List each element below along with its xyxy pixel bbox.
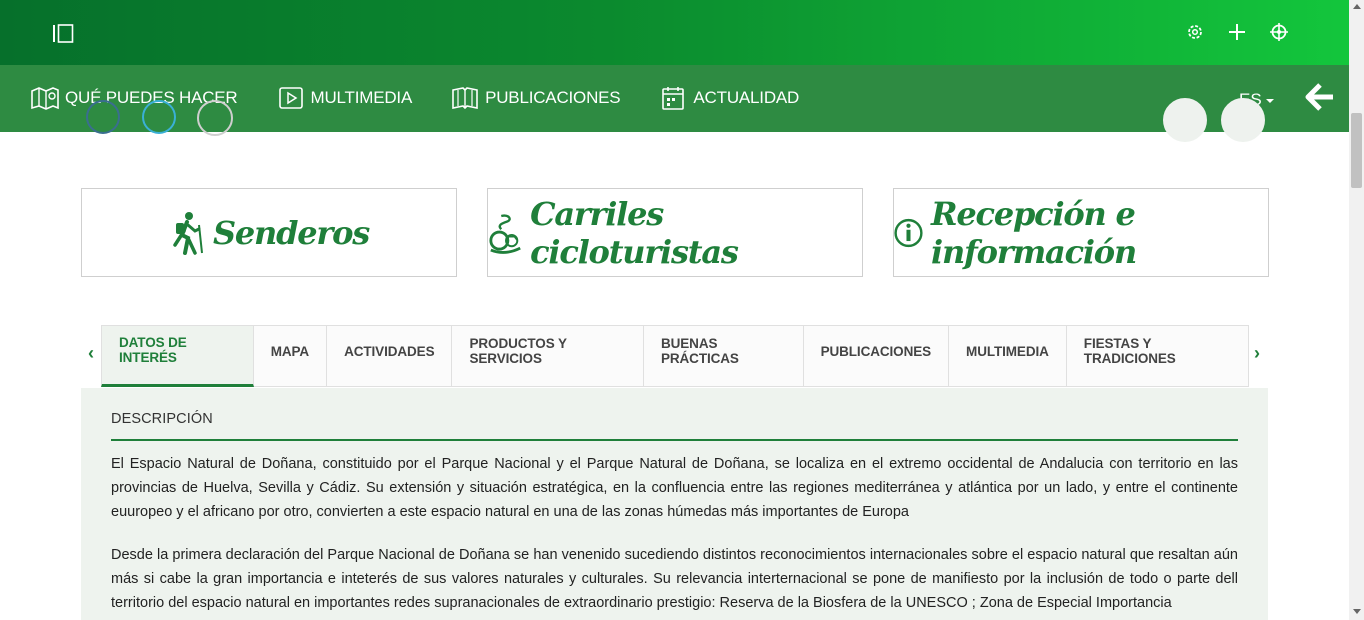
play-icon	[278, 87, 303, 109]
hiker-icon	[173, 211, 203, 255]
tabs-prev-icon[interactable]: ‹	[83, 343, 99, 363]
tab-multimedia[interactable]: MULTIMEDIA	[949, 325, 1067, 387]
tab-publicaciones[interactable]: PUBLICACIONES	[803, 325, 950, 387]
card-carriles-cicloturistas[interactable]: Carriles cicloturistas	[487, 188, 863, 277]
scroll-thumb[interactable]	[1351, 113, 1362, 188]
nav-item-publicaciones[interactable]: PUBLICACIONES	[450, 85, 621, 111]
info-tabs: ‹ DATOS DE INTERÉS MAPA ACTIVIDADES PROD…	[81, 325, 1268, 387]
description-paragraph: El Espacio Natural de Doñana, constituid…	[111, 456, 1238, 520]
book-icon	[452, 87, 478, 110]
nav-item-label: MULTIMEDIA	[310, 88, 413, 107]
social-icon-partial	[142, 100, 176, 134]
tab-mapa[interactable]: MAPA	[253, 325, 328, 387]
action-circle-partial	[1163, 98, 1207, 142]
heading-divider	[111, 439, 1238, 441]
top-toolbar	[1185, 22, 1289, 42]
bicycle-icon	[489, 213, 521, 254]
description-paragraph: Desde la primera declaración del Parque …	[111, 547, 1238, 611]
nav-item-label: PUBLICACIONES	[485, 88, 621, 107]
target-icon[interactable]	[1269, 22, 1289, 42]
nav-item-multimedia[interactable]: MULTIMEDIA	[276, 85, 413, 111]
card-senderos[interactable]: Senderos	[81, 188, 457, 277]
scroll-up-icon[interactable]	[1353, 4, 1361, 9]
plus-icon[interactable]	[1227, 22, 1247, 42]
description-panel: DESCRIPCIÓN El Espacio Natural de Doñana…	[81, 388, 1268, 620]
card-label: Carriles cicloturistas	[530, 194, 739, 271]
map-icon	[31, 87, 59, 110]
tab-datos-de-interes[interactable]: DATOS DE INTERÉS	[101, 325, 254, 387]
tab-actividades[interactable]: ACTIVIDADES	[327, 325, 453, 387]
social-icon-partial	[197, 100, 233, 136]
info-icon	[894, 218, 923, 247]
social-icon-partial	[86, 100, 120, 134]
nav-item-actualidad[interactable]: ACTUALIDAD	[658, 85, 799, 111]
action-circle-partial	[1221, 98, 1265, 142]
section-heading: DESCRIPCIÓN	[111, 411, 213, 427]
top-bar	[0, 0, 1349, 65]
card-label: Recepción e información	[930, 194, 1137, 271]
sidebar-toggle-icon[interactable]	[52, 24, 74, 43]
tab-list: DATOS DE INTERÉS MAPA ACTIVIDADES PRODUC…	[101, 325, 1249, 387]
tab-buenas-practicas[interactable]: BUENAS PRÁCTICAS	[643, 325, 804, 387]
tabs-next-icon[interactable]: ›	[1249, 343, 1265, 363]
page-scrollbar[interactable]	[1349, 0, 1364, 620]
card-label: Senderos	[212, 213, 370, 252]
tab-productos-y-servicios[interactable]: PRODUCTOS Y SERVICIOS	[452, 325, 644, 387]
card-recepcion-informacion[interactable]: Recepción e información	[893, 188, 1269, 277]
calendar-icon	[662, 87, 685, 110]
gear-icon[interactable]	[1185, 22, 1205, 42]
scroll-down-icon[interactable]	[1353, 609, 1361, 614]
tab-fiestas-y-tradiciones[interactable]: FIESTAS Y TRADICIONES	[1066, 325, 1249, 387]
caret-down-icon	[1265, 99, 1274, 103]
feature-cards: Senderos Carriles cicloturistas Recepció…	[81, 188, 1269, 277]
back-arrow-icon[interactable]	[1305, 82, 1335, 112]
nav-item-label: ACTUALIDAD	[693, 88, 800, 107]
